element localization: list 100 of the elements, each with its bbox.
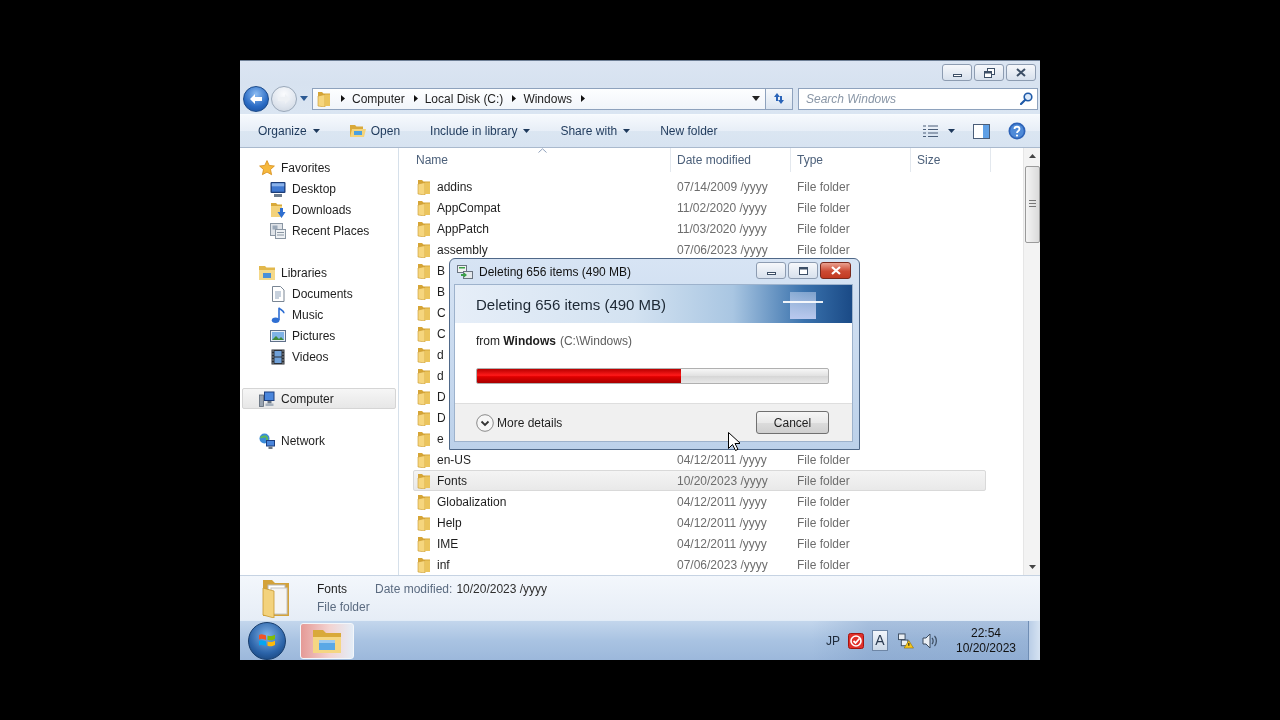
- date-modified: 10/20/2023 /yyyy: [677, 473, 768, 488]
- column-header[interactable]: Name: [413, 148, 671, 172]
- nav-item[interactable]: Pictures: [270, 325, 340, 346]
- file-row[interactable]: d: [413, 344, 446, 365]
- file-type: File folder: [797, 452, 850, 467]
- file-row[interactable]: Globalization 04/12/2011 /yyyy File folder: [413, 491, 986, 512]
- file-type: File folder: [797, 557, 850, 572]
- search-icon[interactable]: [1020, 91, 1033, 105]
- preview-pane-icon: [973, 123, 990, 139]
- file-row[interactable]: C: [413, 323, 448, 344]
- network-warning-icon[interactable]: [898, 632, 914, 649]
- check-badge-icon[interactable]: [848, 632, 864, 649]
- column-header[interactable]: Date modified: [671, 148, 791, 172]
- monitor-icon: [270, 180, 286, 197]
- start-button[interactable]: [248, 621, 286, 660]
- maximize-icon: [798, 266, 808, 275]
- nav-item[interactable]: Recent Places: [270, 220, 374, 241]
- breadcrumb-arrow-icon[interactable]: [341, 95, 345, 102]
- folder-icon: [417, 367, 431, 384]
- file-row[interactable]: assembly 07/06/2023 /yyyy File folder: [413, 239, 986, 260]
- toolbar-button[interactable]: Include in library: [422, 119, 539, 143]
- toolbar-button[interactable]: Open: [341, 119, 409, 143]
- breadcrumb[interactable]: Computer: [349, 89, 408, 108]
- maximize-button[interactable]: [788, 262, 818, 279]
- file-row[interactable]: addins 07/14/2009 /yyyy File folder: [413, 176, 986, 197]
- close-button[interactable]: [1006, 64, 1036, 81]
- file-row[interactable]: B: [413, 281, 447, 302]
- date-label: Date modified:: [375, 582, 453, 596]
- folder-icon: [417, 451, 431, 468]
- nav-item[interactable]: Videos: [270, 346, 333, 367]
- column-header[interactable]: Type: [791, 148, 911, 172]
- close-button[interactable]: [820, 262, 851, 279]
- clock-date[interactable]: 10/20/2023: [955, 640, 1017, 656]
- folder-icon: [417, 325, 431, 342]
- file-type: File folder: [797, 242, 850, 257]
- language-indicator[interactable]: JP: [826, 633, 840, 648]
- date-modified: 07/14/2009 /yyyy: [677, 179, 768, 194]
- nav-item[interactable]: Documents: [270, 283, 357, 304]
- open-folder-icon: [349, 124, 366, 138]
- back-button[interactable]: [243, 85, 269, 112]
- restore-button[interactable]: [974, 64, 1004, 81]
- caret-icon: [523, 129, 531, 133]
- toolbar-button[interactable]: Organize: [250, 119, 328, 143]
- toolbar-button[interactable]: Share with: [552, 119, 639, 143]
- file-type: File folder: [797, 473, 850, 488]
- breadcrumb[interactable]: Windows: [520, 89, 576, 108]
- more-details-button[interactable]: More details: [476, 413, 563, 432]
- file-name: D: [437, 389, 446, 404]
- breadcrumb-arrow-icon[interactable]: [581, 95, 586, 102]
- item-type: File folder: [317, 600, 370, 614]
- file-name: D: [437, 410, 446, 425]
- file-row[interactable]: d: [413, 365, 446, 386]
- scrollbar-thumb[interactable]: [1024, 166, 1040, 243]
- speaker-icon[interactable]: [922, 632, 938, 649]
- nav-item[interactable]: Libraries: [259, 262, 332, 283]
- search-field[interactable]: Search Windows: [798, 87, 1038, 110]
- column-header[interactable]: Size: [911, 148, 991, 172]
- file-row[interactable]: inf 07/06/2023 /yyyy File folder: [413, 554, 986, 575]
- glowing-square-drawing: [783, 289, 823, 319]
- file-row[interactable]: Fonts 10/20/2023 /yyyy File folder: [413, 470, 986, 491]
- file-row[interactable]: B: [413, 260, 447, 281]
- nav-item[interactable]: Favorites: [259, 157, 335, 178]
- file-transfer-icon: [457, 264, 473, 279]
- file-name: d: [437, 368, 444, 383]
- scroll-down-arrow-icon[interactable]: [1028, 565, 1036, 569]
- breadcrumb-arrow-icon[interactable]: [413, 95, 418, 102]
- file-row[interactable]: D: [413, 386, 448, 407]
- date-modified: 04/12/2011 /yyyy: [677, 452, 767, 467]
- show-desktop-button[interactable]: [1028, 621, 1040, 660]
- file-row[interactable]: AppCompat 11/02/2020 /yyyy File folder: [413, 197, 986, 218]
- library-folder-icon: [259, 264, 275, 281]
- download-folder-icon: [270, 201, 286, 218]
- cancel-button[interactable]: Cancel: [756, 411, 829, 434]
- file-row[interactable]: en-US 04/12/2011 /yyyy File folder: [413, 449, 986, 470]
- refresh-button[interactable]: [766, 87, 793, 110]
- file-row[interactable]: Help 04/12/2011 /yyyy File folder: [413, 512, 986, 533]
- file-name: addins: [437, 179, 473, 194]
- nav-item[interactable]: Computer: [242, 388, 396, 409]
- file-row[interactable]: e: [413, 428, 446, 449]
- file-row[interactable]: AppPatch 11/03/2020 /yyyy File folder: [413, 218, 986, 239]
- ime-mode-button[interactable]: A: [872, 630, 888, 651]
- file-row[interactable]: IME 04/12/2011 /yyyy File folder: [413, 533, 986, 554]
- clock-time[interactable]: 22:54: [971, 625, 1001, 641]
- file-row[interactable]: D: [413, 407, 448, 428]
- breadcrumb-arrow-icon[interactable]: [512, 95, 517, 102]
- minimize-button[interactable]: [756, 262, 786, 279]
- nav-item[interactable]: Downloads: [270, 199, 356, 220]
- minimize-button[interactable]: [942, 64, 972, 81]
- dropdown-arrow-icon[interactable]: [752, 96, 760, 101]
- address-bar[interactable]: Computer Local Disk (C:) Windows: [312, 87, 766, 110]
- toolbar-button[interactable]: New folder: [652, 119, 726, 143]
- item-name: Fonts: [317, 582, 348, 596]
- scroll-up-arrow-icon[interactable]: [1028, 154, 1036, 158]
- nav-item[interactable]: Desktop: [270, 178, 341, 199]
- nav-item[interactable]: Music: [270, 304, 328, 325]
- file-row[interactable]: C: [413, 302, 448, 323]
- date-modified: 04/12/2011 /yyyy: [677, 494, 767, 509]
- breadcrumb[interactable]: Local Disk (C:): [421, 89, 507, 108]
- scrollbar-track[interactable]: [1023, 148, 1040, 575]
- nav-item[interactable]: Network: [259, 430, 329, 451]
